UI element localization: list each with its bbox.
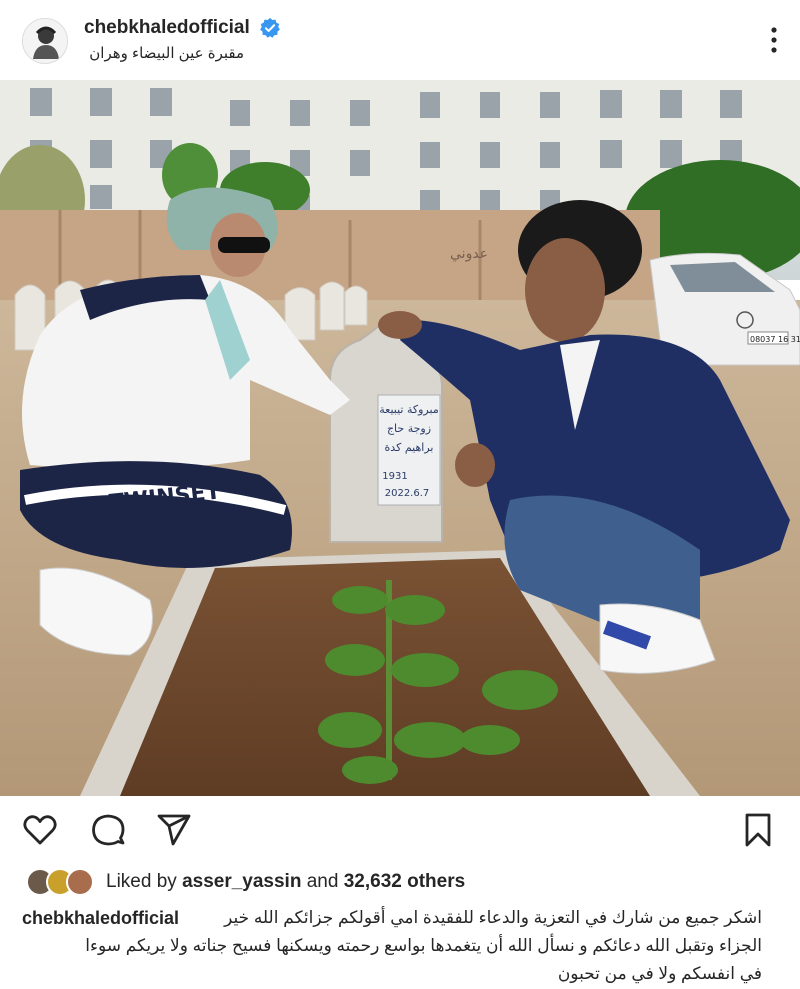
action-bar [0, 796, 800, 864]
likes-count[interactable]: 32,632 others [344, 871, 465, 892]
post-photo[interactable]: عدوني 08037 16 31 مبروكة تيبيعة زوجة حاج… [0, 80, 800, 796]
likes-prefix: Liked by [106, 871, 177, 892]
post-location[interactable]: مقبرة عين البيضاء وهران [84, 44, 244, 62]
caption-line: الجزاء وتقبل الله دعائكم و نسأل الله أن … [85, 936, 762, 955]
heart-icon[interactable] [22, 812, 58, 848]
tombstone-name-line: مبروكة تيبيعة [379, 403, 439, 416]
more-options-icon[interactable] [770, 26, 778, 54]
caption-line: اشكر جميع من شارك في التعزية والدعاء للف… [224, 908, 762, 927]
car-license-plate: 08037 16 31 [750, 335, 800, 344]
post-caption: اشكر جميع من شارك في التعزية والدعاء للف… [22, 904, 762, 988]
post-header: chebkhaledofficial مقبرة عين البيضاء وهر… [0, 0, 800, 80]
post-username[interactable]: chebkhaledofficial [84, 17, 250, 39]
comment-icon[interactable] [90, 812, 126, 848]
caption-line: في انفسكم ولا في من تحبون [557, 964, 762, 983]
avatar-illustration-icon [23, 19, 67, 63]
tombstone-husband-line: براهيم كدة [385, 441, 434, 454]
wall-graffiti: عدوني [450, 246, 488, 262]
liker-avatar[interactable] [66, 868, 94, 896]
tombstone-death-date: 2022.6.7 [385, 488, 430, 499]
likes-summary[interactable]: Liked by asser_yassin and 32,632 others [106, 871, 465, 893]
tombstone-birth-year: 1931 [382, 471, 407, 482]
tombstone-relation-line: زوجة حاج [387, 422, 431, 435]
likes-row: Liked by asser_yassin and 32,632 others [0, 866, 800, 898]
likes-conjunction: and [306, 871, 339, 892]
liker-username[interactable]: asser_yassin [182, 871, 301, 892]
profile-avatar[interactable] [22, 18, 68, 64]
share-icon[interactable] [156, 812, 192, 848]
cemetery-scene-image: عدوني 08037 16 31 مبروكة تيبيعة زوجة حاج… [0, 80, 800, 796]
verified-badge-icon [260, 17, 280, 38]
bookmark-icon[interactable] [740, 812, 776, 848]
